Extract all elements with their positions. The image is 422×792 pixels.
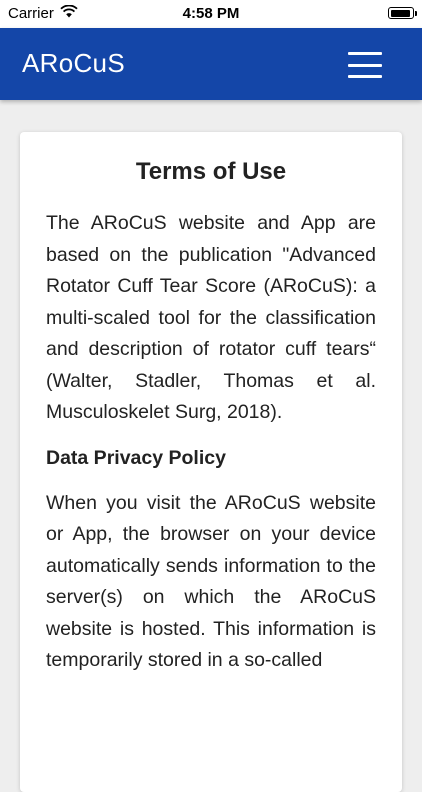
status-time: 4:58 PM (182, 5, 240, 22)
menu-bar-line (348, 63, 382, 67)
app-header: ARoCuS (0, 28, 422, 100)
page-title: Terms of Use (135, 158, 287, 185)
privacy-heading: Data Privacy Policy (46, 446, 226, 469)
status-bar: Carrier 4:58 PM (0, 0, 422, 28)
menu-bar-line (348, 75, 382, 78)
hamburger-menu-icon[interactable] (348, 52, 382, 78)
brand-title[interactable]: ARoCuS (22, 48, 125, 79)
intro-paragraph: The ARoCuS website and App are based on … (46, 212, 376, 423)
battery-icon (388, 7, 417, 19)
privacy-paragraph: When you visit the ARoCuS website or App… (46, 491, 376, 672)
menu-bar-line (348, 52, 382, 55)
terms-card: Terms of Use The ARoCuS website and App … (20, 132, 402, 792)
